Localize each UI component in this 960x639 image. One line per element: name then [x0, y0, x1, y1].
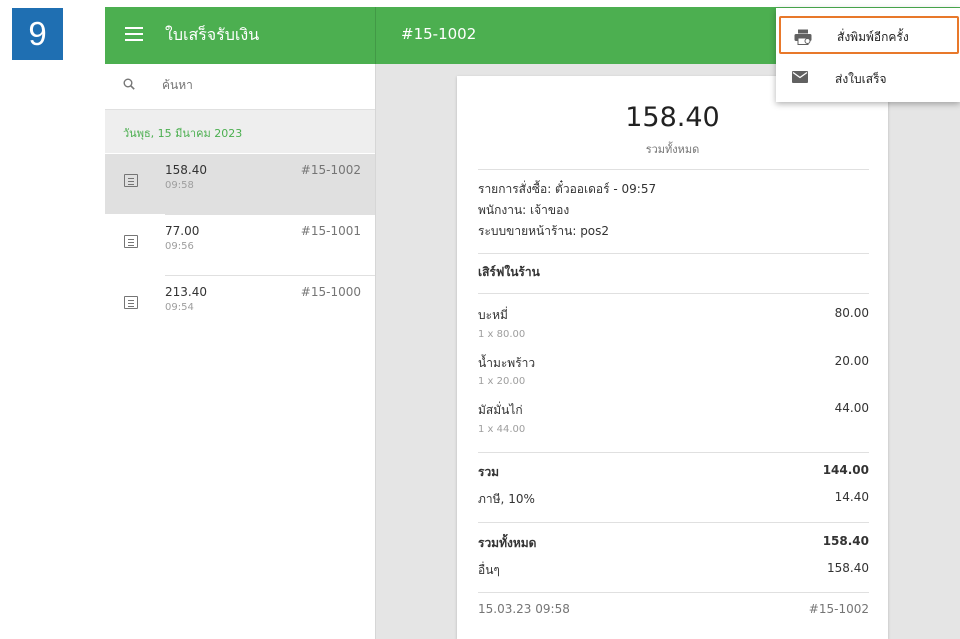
- receipt-amount: 213.40: [165, 285, 207, 299]
- employee-line: พนักงาน: เจ้าของ: [478, 203, 570, 217]
- date-group-header: วันพุธ, 15 มีนาคม 2023: [105, 110, 375, 153]
- subtotal-value: 144.00: [822, 463, 869, 477]
- receipt-number: #15-1002: [300, 163, 361, 177]
- reprint-label: สั่งพิมพ์อีกครั้ง: [837, 30, 909, 44]
- item-detail: 1 x 20.00: [478, 376, 526, 387]
- receipt-amount: 77.00: [165, 224, 200, 238]
- reprint-menu-item[interactable]: สั่งพิมพ์อีกครั้ง: [779, 16, 959, 54]
- divider: [478, 592, 869, 593]
- receipt-list-panel: วันพุธ, 15 มีนาคม 2023 158.40 09:58 #15-…: [105, 64, 376, 639]
- receipt-time: 09:54: [165, 302, 194, 313]
- tax-label: ภาษี, 10%: [478, 492, 535, 506]
- overflow-menu: สั่งพิมพ์อีกครั้ง ส่งใบเสร็จ: [776, 8, 960, 102]
- search-bar: [105, 64, 375, 110]
- item-price: 20.00: [834, 354, 869, 368]
- pos-line: ระบบขายหน้าร้าน: pos2: [478, 224, 610, 238]
- item-detail: 1 x 80.00: [478, 329, 526, 340]
- mail-icon: [792, 71, 808, 83]
- divider: [478, 253, 869, 254]
- receipt-time: 09:56: [165, 241, 194, 252]
- receipt-datetime: 15.03.23 09:58: [478, 602, 570, 616]
- search-icon[interactable]: [123, 78, 135, 90]
- item-name: น้ำมะพร้าว: [478, 356, 536, 370]
- receipt-footer-id: #15-1002: [808, 602, 869, 616]
- receipt-row-15-1001[interactable]: 77.00 09:56 #15-1001: [105, 215, 375, 275]
- receipt-row-15-1002[interactable]: 158.40 09:58 #15-1002: [105, 154, 375, 214]
- send-receipt-label: ส่งใบเสร็จ: [835, 72, 887, 86]
- step-number-badge: 9: [12, 8, 63, 60]
- grand-total-value: 158.40: [822, 534, 869, 548]
- search-input[interactable]: [162, 78, 342, 92]
- receipt-icon: [124, 235, 138, 248]
- dining-option: เสิร์ฟในร้าน: [478, 265, 540, 279]
- send-receipt-menu-item[interactable]: ส่งใบเสร็จ: [776, 58, 960, 96]
- order-line: รายการสั่งซื้อ: ตั๋วออเดอร์ - 09:57: [478, 182, 657, 196]
- hamburger-menu-icon[interactable]: [125, 27, 143, 41]
- grand-total-label: รวมทั้งหมด: [478, 536, 537, 550]
- date-label: วันพุธ, 15 มีนาคม 2023: [123, 127, 243, 140]
- receipt-id-title: #15-1002: [401, 25, 477, 43]
- receipt-total-caption: รวมทั้งหมด: [645, 143, 700, 156]
- payment-value: 158.40: [827, 561, 869, 575]
- page-title: ใบเสร็จรับเงิน: [165, 25, 260, 44]
- item-name: บะหมี่: [478, 308, 508, 322]
- tax-value: 14.40: [834, 490, 869, 504]
- receipt-number: #15-1000: [300, 285, 361, 299]
- receipt-number: #15-1001: [300, 224, 361, 238]
- receipt-icon: [124, 174, 138, 187]
- item-name: มัสมั่นไก่: [478, 403, 523, 417]
- item-price: 80.00: [834, 306, 869, 320]
- receipt-icon: [124, 296, 138, 309]
- toolbar-divider: [375, 7, 376, 64]
- receipt-time: 09:58: [165, 180, 194, 191]
- item-price: 44.00: [834, 401, 869, 415]
- item-detail: 1 x 44.00: [478, 424, 526, 435]
- payment-label: อื่นๆ: [478, 563, 500, 577]
- divider: [478, 169, 869, 170]
- subtotal-label: รวม: [478, 465, 500, 479]
- divider: [478, 522, 869, 523]
- receipt-amount: 158.40: [165, 163, 207, 177]
- divider: [478, 452, 869, 453]
- printer-icon: [794, 29, 812, 45]
- divider: [478, 293, 869, 294]
- receipt-detail-card: 158.40 รวมทั้งหมด รายการสั่งซื้อ: ตั๋วออ…: [457, 76, 888, 639]
- receipt-row-15-1000[interactable]: 213.40 09:54 #15-1000: [105, 276, 375, 336]
- receipt-total: 158.40: [625, 102, 720, 133]
